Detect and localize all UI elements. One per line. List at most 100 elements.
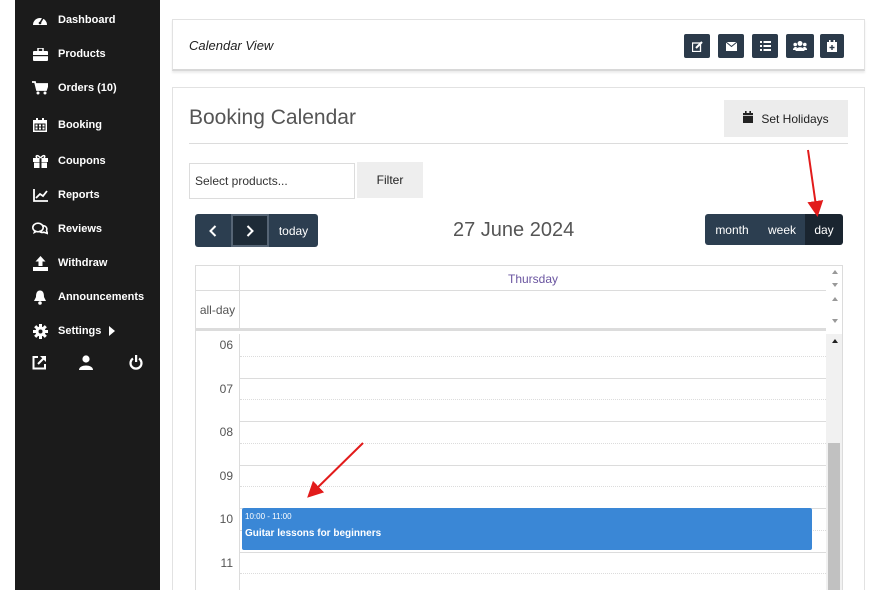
view-switcher: month week day — [705, 214, 843, 245]
header-title: Calendar View — [189, 38, 274, 53]
hour-label: 09 — [196, 464, 240, 508]
chevron-right-icon — [246, 224, 254, 237]
day-view-button[interactable]: day — [805, 214, 843, 245]
time-grid-scrollbar[interactable] — [826, 334, 842, 590]
calendar-event[interactable]: 10:00 - 11:00 Guitar lessons for beginne… — [242, 508, 812, 550]
sidebar-item-label: Orders (10) — [58, 82, 117, 94]
comments-icon — [28, 221, 52, 237]
sidebar-item-label: Booking — [58, 119, 102, 131]
gift-icon — [28, 153, 52, 169]
next-button[interactable] — [231, 214, 269, 247]
sidebar-item-label: Reviews — [58, 223, 103, 235]
divider — [189, 143, 848, 144]
week-view-button[interactable]: week — [759, 214, 805, 245]
external-link-icon[interactable] — [32, 355, 50, 373]
half-hour-line — [240, 355, 826, 357]
edit-button[interactable] — [684, 34, 710, 58]
sidebar-item-label: Withdraw — [58, 257, 108, 269]
cart-icon — [28, 80, 52, 96]
today-button[interactable]: today — [269, 214, 318, 247]
all-day-label: all-day — [196, 291, 240, 328]
gear-icon — [28, 323, 52, 339]
half-hour-line — [240, 442, 826, 444]
hour-label: 11 — [196, 551, 240, 590]
axis-header-cell — [196, 266, 240, 291]
event-title: Guitar lessons for beginners — [245, 528, 382, 539]
calendar-icon — [743, 111, 754, 126]
hour-row: 11 — [196, 551, 826, 590]
dashboard-icon — [28, 12, 52, 28]
scrollbar-thumb[interactable] — [828, 443, 840, 590]
page-title: Booking Calendar — [189, 106, 356, 129]
user-icon[interactable] — [79, 355, 97, 373]
calendar-header-row: Thursday — [196, 266, 826, 291]
edit-icon — [691, 40, 703, 52]
list-button[interactable] — [752, 34, 778, 58]
hour-line — [240, 464, 826, 466]
day-column-header: Thursday — [507, 271, 559, 286]
hour-line — [240, 377, 826, 379]
upload-icon — [28, 255, 52, 271]
sidebar-item-booking[interactable]: Booking — [15, 111, 160, 139]
chart-icon — [28, 187, 52, 203]
hour-label: 06 — [196, 334, 240, 378]
chevron-left-icon — [209, 224, 217, 237]
event-time: 10:00 - 11:00 — [245, 512, 292, 521]
power-icon[interactable] — [129, 355, 147, 373]
hour-row: 07 — [196, 377, 826, 421]
calendar-icon — [28, 117, 52, 133]
sidebar-item-withdraw[interactable]: Withdraw — [15, 249, 160, 277]
half-hour-line — [240, 573, 826, 575]
sidebar-item-orders[interactable]: Orders (10) — [15, 74, 160, 102]
all-day-row: all-day — [196, 291, 826, 331]
sidebar: Dashboard Products Orders (10) Booking C… — [15, 0, 160, 590]
time-grid[interactable]: 06 07 08 09 10 11 10:00 - 11:00 Guitar l… — [196, 334, 842, 590]
scroll-up-icon[interactable] — [832, 339, 838, 343]
sidebar-item-label: Settings — [58, 325, 102, 337]
sidebar-item-coupons[interactable]: Coupons — [15, 147, 160, 175]
sidebar-item-reports[interactable]: Reports — [15, 181, 160, 209]
hour-label: 07 — [196, 377, 240, 421]
users-button[interactable] — [786, 34, 814, 58]
month-view-button[interactable]: month — [705, 214, 759, 245]
sidebar-item-reviews[interactable]: Reviews — [15, 215, 160, 243]
allday-scroll-down-icon[interactable] — [832, 319, 838, 323]
caret-right-icon — [109, 326, 116, 336]
list-icon — [759, 41, 771, 51]
bell-icon — [28, 289, 52, 305]
calendar-add-icon — [827, 40, 837, 52]
half-hour-line — [240, 399, 826, 401]
sidebar-item-label: Reports — [58, 189, 100, 201]
sidebar-item-settings[interactable]: Settings — [15, 317, 160, 345]
filter-button[interactable]: Filter — [357, 162, 423, 198]
hour-row: 08 — [196, 421, 826, 465]
half-hour-line — [240, 486, 826, 488]
sidebar-item-announcements[interactable]: Announcements — [15, 283, 160, 311]
add-booking-button[interactable] — [820, 34, 844, 58]
product-select-input[interactable] — [189, 163, 355, 199]
briefcase-icon — [28, 46, 52, 62]
set-holidays-button[interactable]: Set Holidays — [724, 100, 848, 137]
hour-row: 09 — [196, 464, 826, 508]
calendar-nav-group: today — [195, 214, 318, 247]
calendar-view-header: Calendar View — [172, 19, 865, 71]
sidebar-item-products[interactable]: Products — [15, 40, 160, 68]
booking-calendar-panel: Booking Calendar Set Holidays Filter tod… — [172, 87, 865, 590]
allday-scroll-up-icon[interactable] — [832, 297, 838, 301]
email-button[interactable] — [718, 34, 744, 58]
hour-line — [240, 421, 826, 422]
sidebar-item-dashboard[interactable]: Dashboard — [15, 6, 160, 34]
sidebar-item-label: Announcements — [58, 291, 145, 303]
sidebar-footer-icons — [15, 355, 160, 377]
sidebar-item-label: Coupons — [58, 155, 106, 167]
envelope-icon — [725, 41, 737, 51]
sidebar-item-label: Dashboard — [58, 14, 116, 26]
hour-label: 10 — [196, 508, 240, 552]
hour-line — [240, 551, 826, 553]
hour-row: 06 — [196, 334, 826, 378]
header-scroll-up-icon[interactable] — [832, 270, 838, 274]
hour-label: 08 — [196, 421, 240, 465]
calendar-date-title: 27 June 2024 — [453, 219, 575, 241]
header-scroll-down-icon[interactable] — [832, 283, 838, 287]
prev-button[interactable] — [195, 214, 231, 247]
